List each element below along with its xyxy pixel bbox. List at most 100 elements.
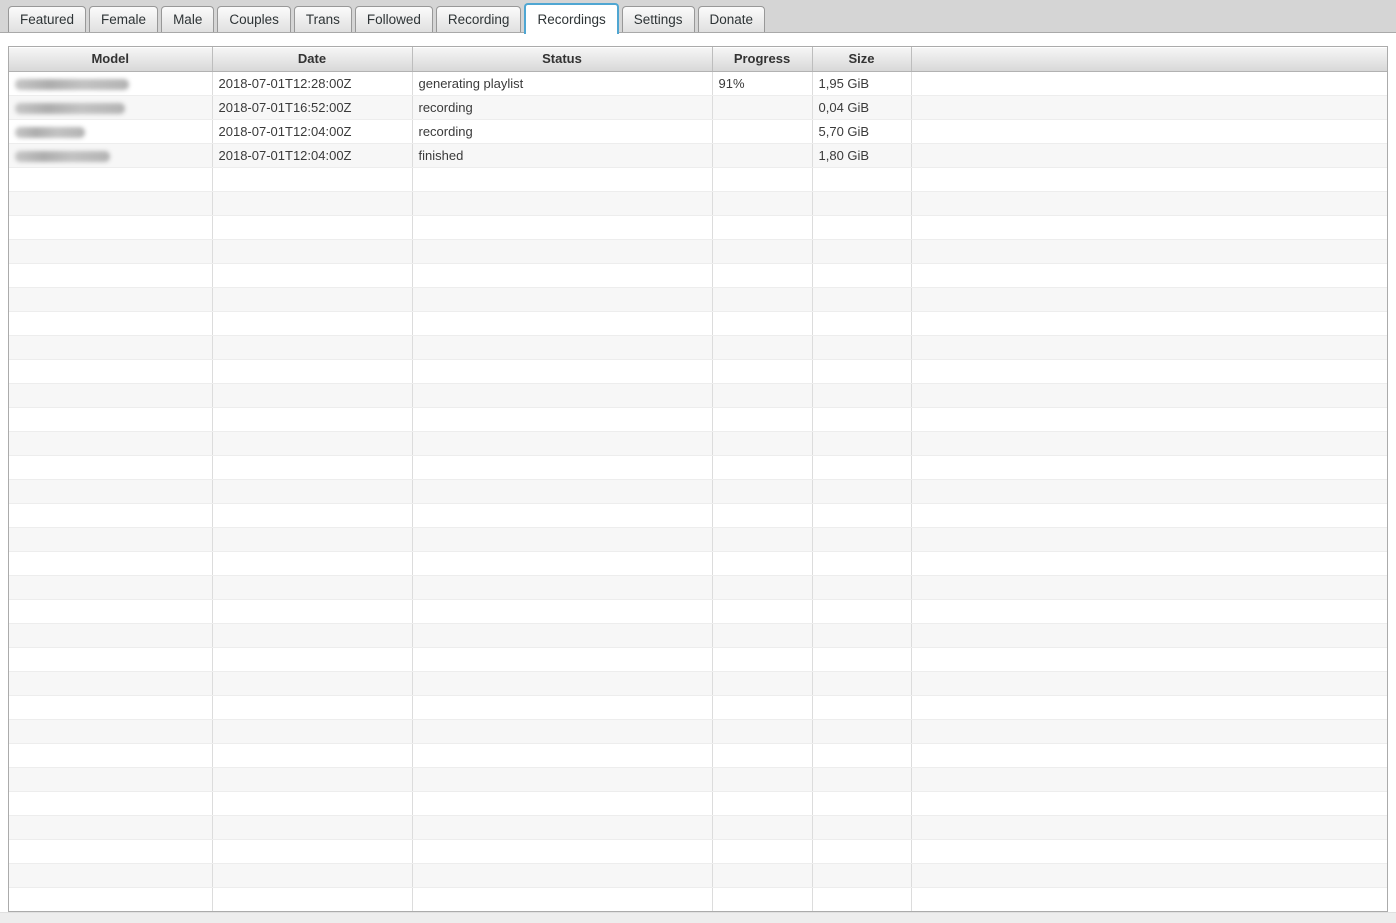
tab-trans[interactable]: Trans bbox=[293, 6, 352, 32]
empty-row bbox=[9, 695, 1387, 720]
window-bottom-edge bbox=[0, 912, 1396, 923]
empty-row bbox=[9, 767, 1387, 792]
cell-progress bbox=[712, 575, 813, 600]
cell-status bbox=[412, 527, 713, 552]
cell-model bbox=[9, 431, 213, 456]
empty-row bbox=[9, 215, 1387, 240]
cell-size bbox=[812, 767, 912, 792]
table-row[interactable]: 2018-07-01T12:28:00Z generating playlist 9… bbox=[9, 71, 1387, 96]
tab-female[interactable]: Female bbox=[89, 6, 159, 32]
table-header: Model Date Status Progress Size bbox=[9, 47, 1387, 72]
cell-progress bbox=[712, 143, 813, 168]
cell-status bbox=[412, 359, 713, 384]
cell-filler bbox=[911, 455, 1387, 480]
column-header-progress[interactable]: Progress bbox=[711, 47, 812, 72]
column-header-model[interactable]: Model bbox=[9, 47, 212, 72]
cell-progress bbox=[712, 599, 813, 624]
tab-recordings[interactable]: Recordings bbox=[524, 3, 619, 34]
cell-date bbox=[212, 239, 413, 264]
cell-model bbox=[9, 407, 213, 432]
tab-donate[interactable]: Donate bbox=[697, 6, 766, 32]
tab-followed[interactable]: Followed bbox=[354, 6, 433, 32]
cell-status bbox=[412, 695, 713, 720]
cell-progress bbox=[712, 431, 813, 456]
cell-filler bbox=[911, 263, 1387, 288]
cell-progress bbox=[712, 671, 813, 696]
empty-row bbox=[9, 863, 1387, 888]
cell-date bbox=[212, 335, 413, 360]
table-row[interactable]: 2018-07-01T12:04:00Z recording 5,70 GiB bbox=[9, 119, 1387, 144]
cell-status bbox=[412, 215, 713, 240]
cell-filler bbox=[911, 119, 1387, 144]
cell-size bbox=[812, 695, 912, 720]
cell-date bbox=[212, 671, 413, 696]
cell-size bbox=[812, 359, 912, 384]
cell-status bbox=[412, 311, 713, 336]
table-row[interactable]: 2018-07-01T12:04:00Z finished 1,80 GiB bbox=[9, 143, 1387, 168]
cell-date bbox=[212, 167, 413, 192]
cell-progress bbox=[712, 479, 813, 504]
cell-filler bbox=[911, 167, 1387, 192]
cell-date bbox=[212, 743, 413, 768]
empty-row bbox=[9, 287, 1387, 312]
cell-filler bbox=[911, 191, 1387, 216]
cell-size bbox=[812, 599, 912, 624]
cell-date bbox=[212, 647, 413, 672]
cell-model bbox=[9, 383, 213, 408]
cell-filler bbox=[911, 503, 1387, 528]
cell-progress bbox=[712, 551, 813, 576]
cell-progress: 91% bbox=[712, 71, 813, 96]
cell-status bbox=[412, 503, 713, 528]
cell-date bbox=[212, 479, 413, 504]
cell-model bbox=[9, 551, 213, 576]
cell-model bbox=[9, 527, 213, 552]
cell-size bbox=[812, 575, 912, 600]
cell-size bbox=[812, 335, 912, 360]
cell-status bbox=[412, 479, 713, 504]
cell-filler bbox=[911, 887, 1387, 911]
cell-size bbox=[812, 431, 912, 456]
cell-status bbox=[412, 743, 713, 768]
cell-filler bbox=[911, 215, 1387, 240]
tab-couples[interactable]: Couples bbox=[217, 6, 291, 32]
redacted-model-name bbox=[15, 78, 129, 90]
cell-status bbox=[412, 407, 713, 432]
cell-date bbox=[212, 263, 413, 288]
cell-size bbox=[812, 863, 912, 888]
cell-size: 0,04 GiB bbox=[812, 95, 912, 120]
cell-filler bbox=[911, 695, 1387, 720]
cell-date bbox=[212, 815, 413, 840]
tab-male[interactable]: Male bbox=[161, 6, 215, 32]
empty-row bbox=[9, 311, 1387, 336]
cell-model bbox=[9, 71, 213, 96]
column-header-status[interactable]: Status bbox=[411, 47, 712, 72]
cell-status bbox=[412, 647, 713, 672]
table-row[interactable]: 2018-07-01T16:52:00Z recording 0,04 GiB bbox=[9, 95, 1387, 120]
cell-progress bbox=[712, 167, 813, 192]
cell-progress bbox=[712, 839, 813, 864]
cell-progress bbox=[712, 527, 813, 552]
cell-status bbox=[412, 191, 713, 216]
tab-featured[interactable]: Featured bbox=[8, 6, 87, 32]
cell-status bbox=[412, 383, 713, 408]
cell-progress bbox=[712, 287, 813, 312]
cell-filler bbox=[911, 863, 1387, 888]
empty-row bbox=[9, 479, 1387, 504]
cell-model bbox=[9, 743, 213, 768]
tab-recording[interactable]: Recording bbox=[435, 6, 522, 32]
tab-settings[interactable]: Settings bbox=[621, 6, 695, 32]
cell-status: recording bbox=[412, 119, 713, 144]
cell-filler bbox=[911, 671, 1387, 696]
cell-filler bbox=[911, 599, 1387, 624]
cell-model bbox=[9, 263, 213, 288]
cell-size bbox=[812, 479, 912, 504]
cell-filler bbox=[911, 311, 1387, 336]
cell-date bbox=[212, 215, 413, 240]
cell-progress bbox=[712, 647, 813, 672]
empty-row bbox=[9, 263, 1387, 288]
column-header-date[interactable]: Date bbox=[211, 47, 412, 72]
cell-date bbox=[212, 431, 413, 456]
column-header-size[interactable]: Size bbox=[811, 47, 911, 72]
cell-size bbox=[812, 623, 912, 648]
empty-row bbox=[9, 239, 1387, 264]
